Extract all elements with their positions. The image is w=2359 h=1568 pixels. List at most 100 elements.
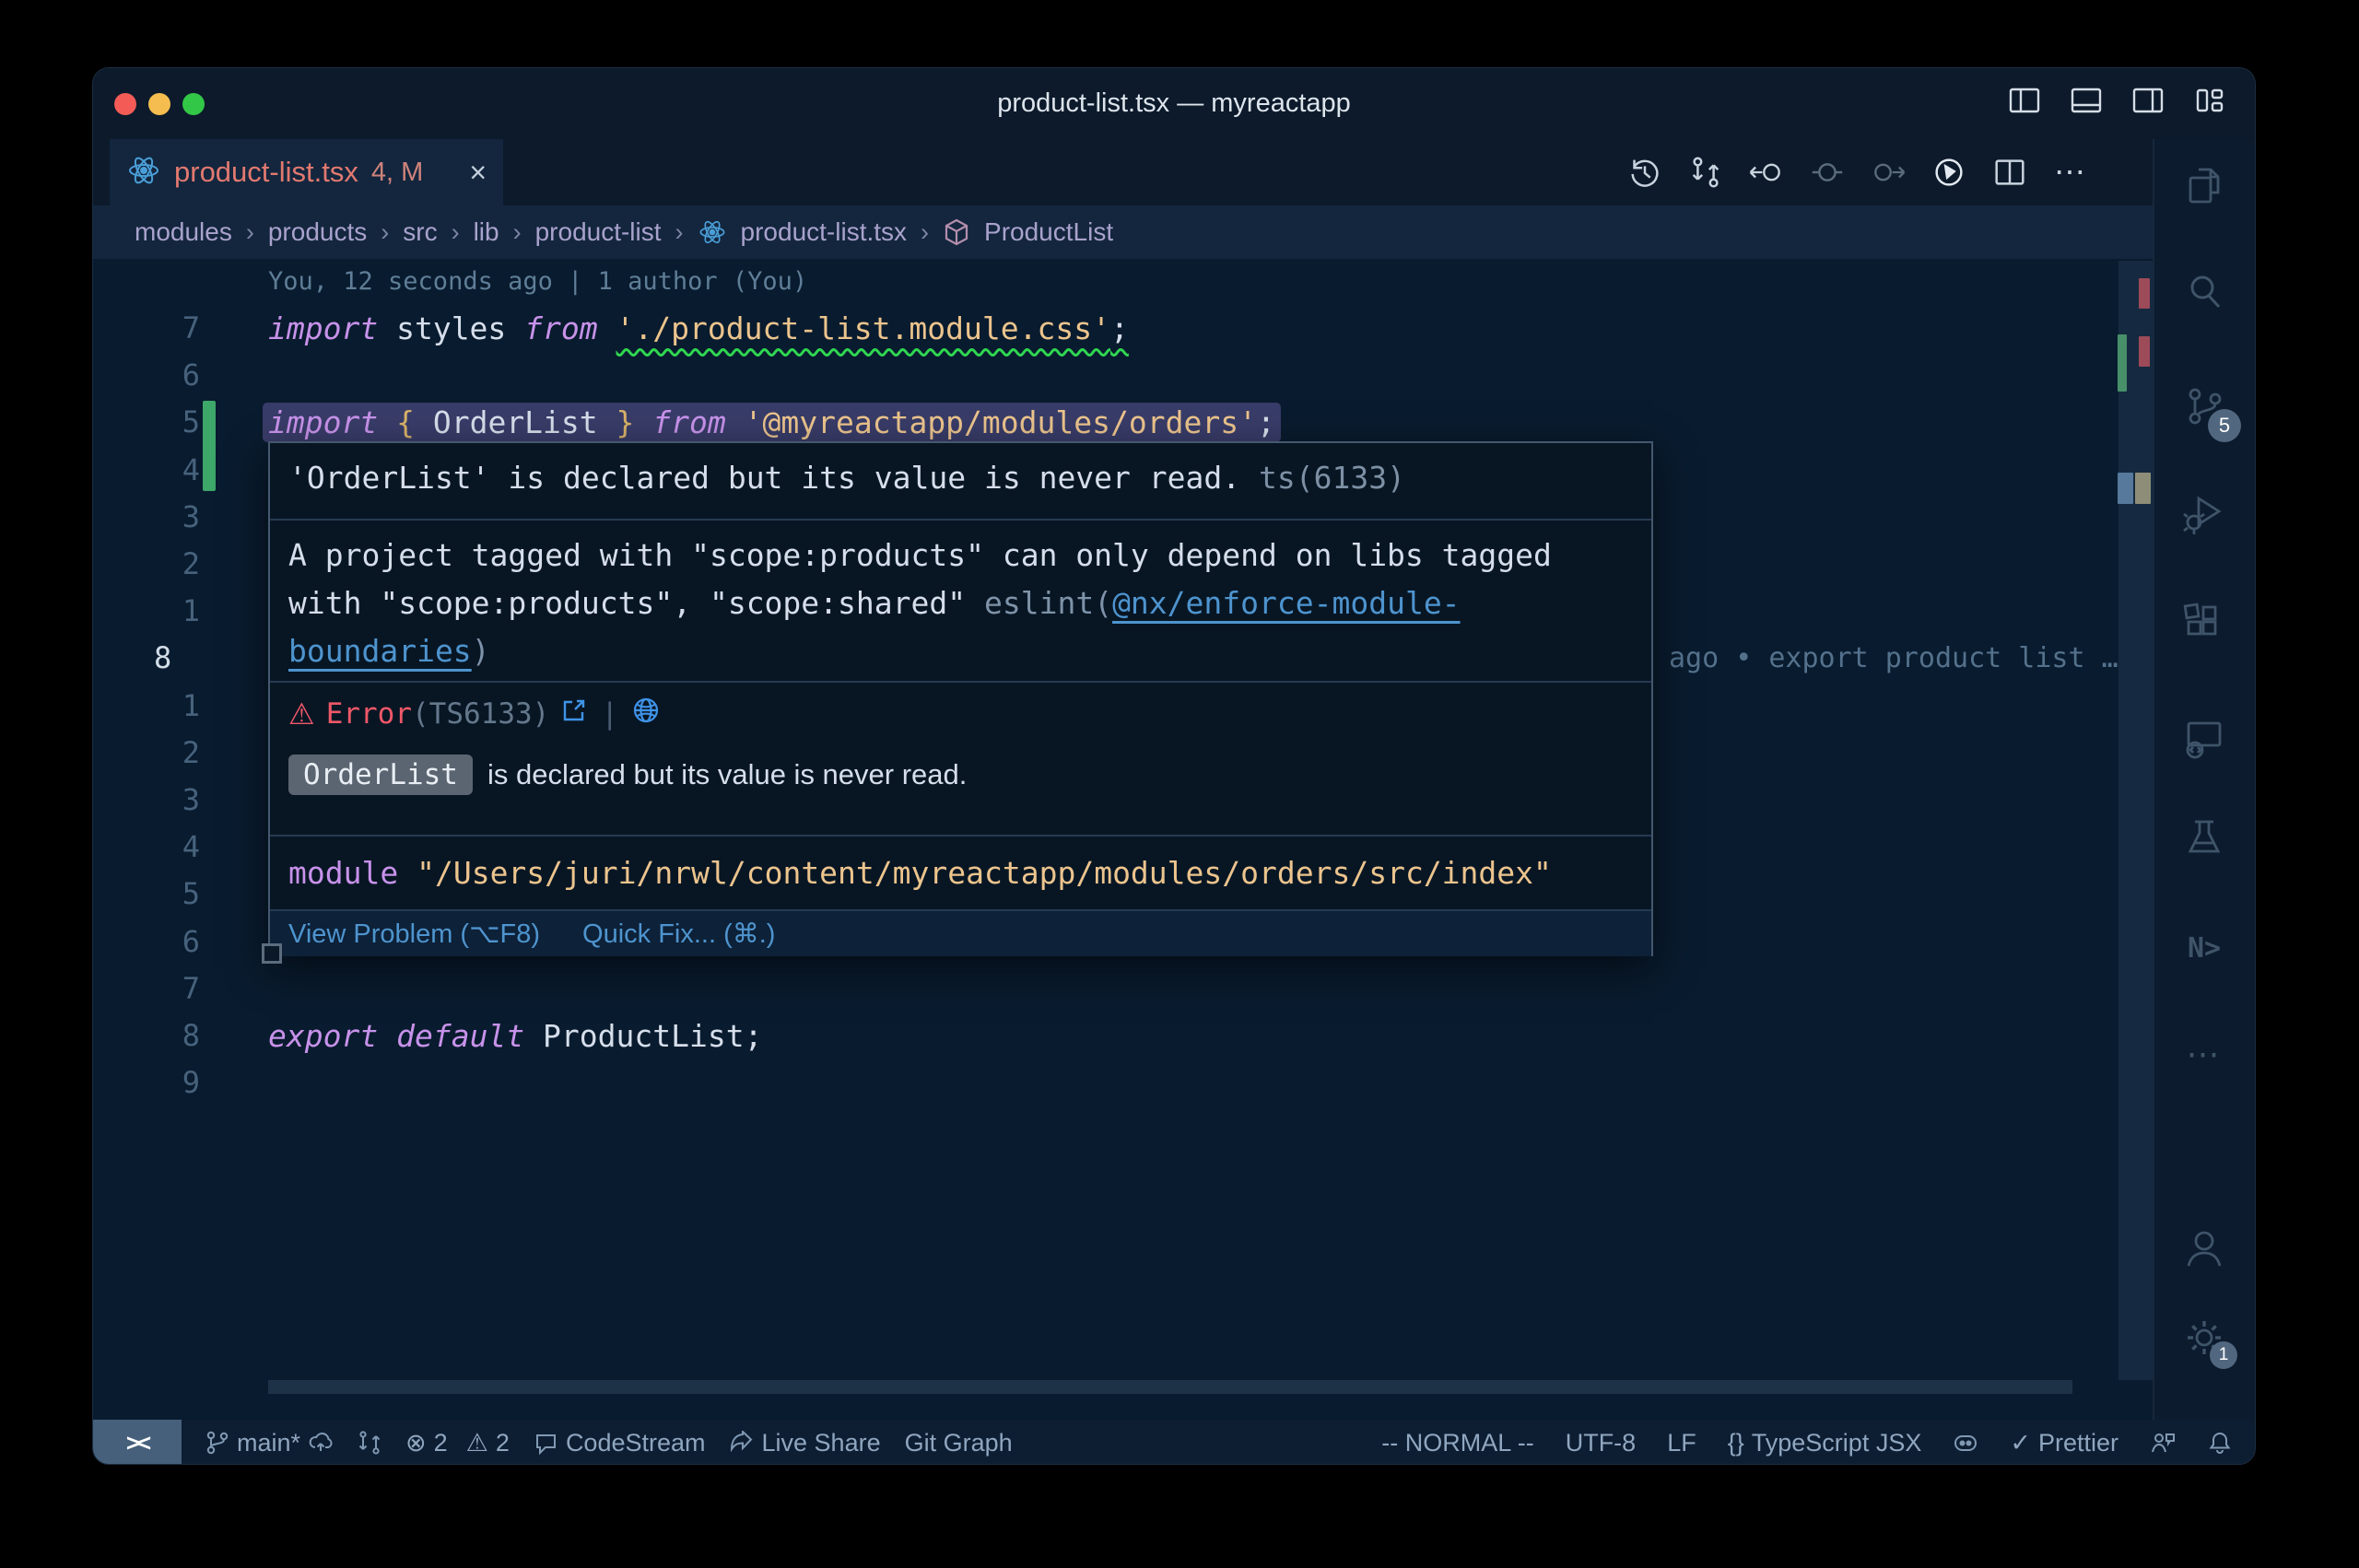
toggle-left-sidebar-icon[interactable]: [2007, 83, 2042, 118]
prettier-status[interactable]: ✓Prettier: [2010, 1429, 2118, 1457]
breadcrumb-item-lib[interactable]: lib: [474, 217, 499, 247]
eslint-rule-link[interactable]: boundaries: [288, 633, 472, 669]
gutter-line-number: 2: [111, 730, 200, 777]
symbol-badge: OrderList: [288, 755, 473, 795]
view-problem-link[interactable]: View Problem (⌥F8): [288, 918, 540, 950]
activity-search[interactable]: [2180, 268, 2228, 316]
activity-extensions[interactable]: [2180, 600, 2228, 648]
more-actions-icon[interactable]: ⋯: [2051, 152, 2090, 193]
error-label: Error(TS6133): [326, 697, 550, 731]
nav-node-icon[interactable]: [1808, 152, 1847, 193]
live-share-status[interactable]: Live Share: [730, 1429, 881, 1457]
minimap-error-mark: [2139, 278, 2150, 309]
activity-settings-gear[interactable]: 1: [2180, 1314, 2228, 1362]
encoding-indicator[interactable]: UTF-8: [1566, 1429, 1637, 1457]
customize-layout-icon[interactable]: [2192, 83, 2227, 118]
activity-account[interactable]: [2180, 1224, 2228, 1272]
inline-blame-text: ago • export product list …: [1669, 635, 2185, 682]
feedback-icon[interactable]: [2150, 1430, 2176, 1456]
breadcrumb-separator: ›: [513, 218, 522, 247]
react-file-icon: [126, 153, 161, 193]
warnings-icon: ⚠: [466, 1429, 488, 1457]
language-mode-indicator[interactable]: {}TypeScript JSX: [1728, 1429, 1922, 1457]
react-file-icon: [698, 217, 727, 247]
breadcrumb-item-modules[interactable]: modules: [135, 217, 232, 247]
window-title: product-list.tsx — myreactapp: [93, 88, 2255, 119]
settings-badge: 1: [2210, 1341, 2237, 1369]
toggle-bottom-panel-icon[interactable]: [2069, 83, 2104, 118]
tab-product-list[interactable]: product-list.tsx 4, M ×: [110, 139, 503, 205]
split-editor-icon[interactable]: [1990, 152, 2029, 193]
gutter-line-number: 1: [111, 683, 200, 730]
remote-indicator[interactable]: ><: [93, 1420, 182, 1465]
layout-controls: [2007, 83, 2227, 118]
breadcrumb-item-product-list[interactable]: product-list: [535, 217, 662, 247]
code-line-export: export default ProductList;: [268, 1012, 762, 1059]
activity-more-icon[interactable]: ⋯: [2180, 1030, 2228, 1078]
git-change-gutter-bar: [203, 401, 216, 491]
hover-ts-message: 'OrderList' is declared but its value is…: [270, 443, 1651, 519]
notifications-bell-icon[interactable]: [2207, 1430, 2233, 1456]
toggle-right-sidebar-icon[interactable]: [2130, 83, 2165, 118]
tab-bar: product-list.tsx 4, M × ⋯: [93, 139, 2153, 205]
copilot-icon[interactable]: [1953, 1430, 1978, 1456]
git-graph-status[interactable]: Git Graph: [905, 1429, 1013, 1457]
problem-hover-popup: 'OrderList' is declared but its value is…: [268, 441, 1653, 956]
code-line-5-selected: import { OrderList } from '@myreactapp/m…: [268, 399, 1281, 446]
gutter-line-number: 6: [111, 919, 200, 965]
vscode-window: product-list.tsx — myreactapp product-li…: [92, 67, 2256, 1465]
hover-ts-code: ts(6133): [1259, 460, 1405, 496]
activity-source-control[interactable]: 5: [2180, 383, 2228, 431]
globe-icon[interactable]: [631, 696, 661, 732]
error-status-row: ⚠ Error(TS6133) |: [270, 683, 1651, 732]
error-description-row: OrderList is declared but its value is n…: [270, 732, 1651, 795]
breadcrumb-separator: ›: [381, 218, 389, 247]
run-code-icon[interactable]: [1930, 152, 1968, 193]
open-external-icon[interactable]: [560, 696, 588, 731]
hover-error-detail: ⚠ Error(TS6133) | OrderList is declared …: [270, 681, 1651, 835]
code-editor[interactable]: You, 12 seconds ago | 1 author (You) 7 6…: [93, 259, 2153, 1420]
gutter-line-number: 8: [111, 1012, 200, 1059]
codestream-status[interactable]: CodeStream: [534, 1429, 706, 1457]
code-line-7: import styles from './product-list.modul…: [268, 305, 1129, 352]
git-compare-status[interactable]: [358, 1430, 381, 1456]
timeline-history-icon[interactable]: [1625, 152, 1664, 193]
eslint-rule-link[interactable]: @nx/enforce-module-: [1112, 585, 1461, 621]
minimap-slider[interactable]: [2118, 261, 2153, 1380]
vim-mode-indicator[interactable]: -- NORMAL --: [1381, 1429, 1533, 1457]
compare-changes-icon[interactable]: [1686, 152, 1725, 193]
module-keyword: module: [288, 855, 398, 891]
breadcrumb-separator: ›: [921, 218, 929, 247]
activity-remote-explorer[interactable]: [2180, 715, 2228, 763]
breadcrumb-item-symbol[interactable]: ProductList: [984, 217, 1113, 247]
problems-status[interactable]: ⊗2 ⚠2: [405, 1429, 510, 1457]
activity-testing[interactable]: [2180, 814, 2228, 862]
tab-close-icon[interactable]: ×: [469, 156, 487, 190]
eol-indicator[interactable]: LF: [1667, 1429, 1696, 1457]
nav-back-icon[interactable]: [1747, 152, 1786, 193]
status-bar: >< main* ⊗2 ⚠2 CodeStream Live Share Gi: [93, 1420, 2256, 1465]
hover-resize-handle[interactable]: [262, 943, 282, 964]
symbol-cube-icon: [943, 217, 970, 247]
eslint-message-line1: A project tagged with "scope:products" c…: [288, 532, 1651, 579]
nav-forward-icon[interactable]: [1869, 152, 1907, 193]
activity-nx-console[interactable]: N>: [2180, 924, 2228, 972]
codelens-blame[interactable]: You, 12 seconds ago | 1 author (You): [268, 261, 807, 303]
activity-run-debug[interactable]: [2180, 489, 2228, 537]
breadcrumb-item-src[interactable]: src: [403, 217, 437, 247]
module-path: "/Users/juri/nrwl/content/myreactapp/mod…: [417, 855, 1552, 891]
activity-explorer[interactable]: [2180, 161, 2228, 209]
git-branch-status[interactable]: main*: [205, 1429, 334, 1457]
screen: product-list.tsx — myreactapp product-li…: [0, 0, 2359, 1568]
breadcrumb-separator: ›: [452, 218, 460, 247]
gutter-line-number: 5: [111, 399, 200, 446]
hover-eslint-message: A project tagged with "scope:products" c…: [270, 519, 1651, 681]
quick-fix-link[interactable]: Quick Fix... (⌘.): [582, 918, 775, 950]
breadcrumb: modules › products › src › lib › product…: [93, 205, 2194, 259]
eslint-message-line3: boundaries): [288, 627, 1651, 675]
breadcrumb-item-products[interactable]: products: [268, 217, 367, 247]
activity-bar: 5 N> ⋯ 1: [2153, 139, 2256, 1420]
breadcrumb-separator: ›: [246, 218, 254, 247]
breadcrumb-item-file[interactable]: product-list.tsx: [741, 217, 908, 247]
horizontal-scrollbar[interactable]: [268, 1380, 2072, 1394]
